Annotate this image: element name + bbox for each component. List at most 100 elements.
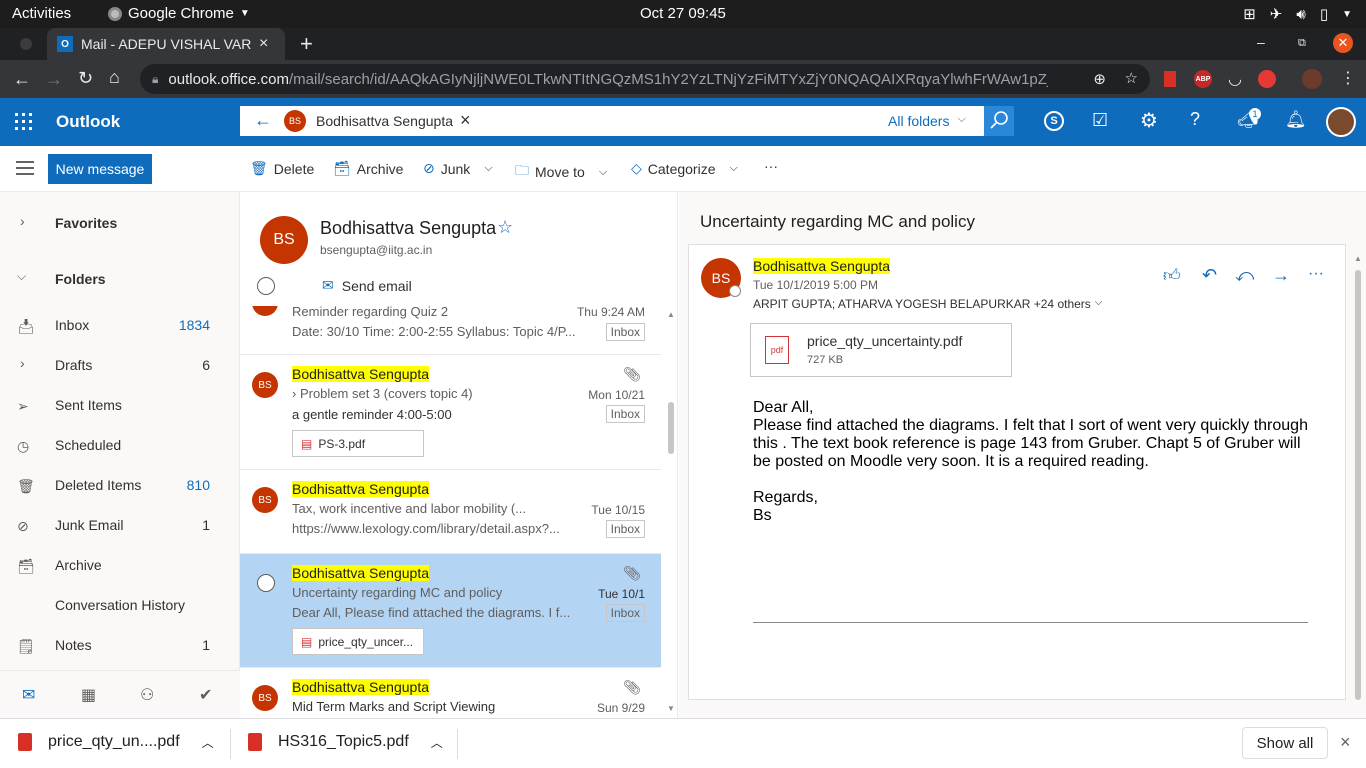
maximize-button[interactable]: ⧉ bbox=[1298, 37, 1306, 50]
activities-button[interactable]: Activities bbox=[12, 5, 71, 22]
adblock-icon[interactable]: ABP bbox=[1194, 70, 1212, 88]
outlook-brand[interactable]: Outlook bbox=[56, 112, 120, 132]
calendar-check-icon[interactable]: ☑ bbox=[1092, 110, 1108, 131]
download-item[interactable]: HS316_Topic5.pdf ︿ bbox=[248, 733, 443, 751]
bell-icon[interactable]: 🔔︎ bbox=[1285, 110, 1307, 130]
hamburger-icon[interactable] bbox=[16, 161, 34, 175]
address-bar[interactable]: 🔒︎ outlook.office.com/mail/search/id/AAQ… bbox=[140, 64, 1150, 94]
chevron-up-icon[interactable]: ︿ bbox=[202, 734, 214, 751]
nav-item-label: Scheduled bbox=[55, 437, 122, 453]
junk-button[interactable]: ⊘ Junk ⌵ bbox=[423, 160, 493, 177]
nav-item-archive[interactable]: 🗃︎ Archive bbox=[0, 545, 240, 585]
todo-check-icon[interactable]: ✔ bbox=[199, 685, 212, 705]
skype-icon[interactable]: S bbox=[1044, 111, 1064, 131]
delete-button[interactable]: 🗑︎ Delete bbox=[250, 160, 314, 177]
list-item-preview: a gentle reminder 4:00-5:00 bbox=[292, 407, 452, 422]
more-actions-button[interactable]: ··· bbox=[764, 158, 778, 174]
reply-all-icon[interactable]: ⤺ bbox=[1235, 265, 1254, 286]
chevron-up-icon[interactable]: ︿ bbox=[431, 734, 443, 751]
app-menu[interactable]: Google Chrome ▼ bbox=[108, 5, 250, 22]
attachment-card[interactable]: pdf price_qty_uncertainty.pdf 727 KB bbox=[750, 323, 1012, 377]
nav-item-notes[interactable]: 🗒︎ Notes 1 bbox=[0, 625, 240, 665]
nav-favorites[interactable]: › Favorites bbox=[0, 203, 240, 243]
search-scope-dropdown[interactable]: All folders ⌵ bbox=[888, 113, 966, 129]
nav-item-junk[interactable]: ⊘ Junk Email 1 bbox=[0, 505, 240, 545]
reading-recipients[interactable]: ARPIT GUPTA; ATHARVA YOGESH BELAPURKAR +… bbox=[753, 297, 1102, 311]
block-icon: ⊘ bbox=[423, 160, 435, 176]
select-all-radio[interactable] bbox=[257, 277, 275, 295]
download-item[interactable]: price_qty_un....pdf ︿ bbox=[18, 733, 214, 751]
nav-item-conversation-history[interactable]: Conversation History bbox=[0, 585, 240, 625]
select-radio[interactable] bbox=[257, 574, 275, 592]
nav-item-deleted[interactable]: 🗑︎ Deleted Items 810 bbox=[0, 465, 240, 505]
tab-title: Mail - ADEPU VISHAL VAR bbox=[81, 36, 251, 52]
search-box[interactable]: ← BS Bodhisattva Sengupta × All folders … bbox=[240, 106, 984, 136]
scroll-down-icon[interactable]: ▼ bbox=[667, 704, 675, 713]
forward-icon[interactable]: → bbox=[1272, 265, 1290, 286]
forward-icon[interactable]: → bbox=[45, 69, 63, 90]
list-item[interactable]: BS Bodhisattva Sengupta Tax, work incent… bbox=[240, 470, 661, 554]
scroll-up-icon[interactable]: ▲ bbox=[667, 310, 675, 319]
junk-label: Junk bbox=[440, 160, 471, 177]
reading-subject: Uncertainty regarding MC and policy bbox=[700, 212, 975, 231]
nav-folders[interactable]: ⌵ Folders bbox=[0, 259, 240, 299]
contact-email: bsengupta@iitg.ac.in bbox=[320, 243, 433, 257]
nav-item-inbox[interactable]: 📥︎ Inbox 1834 bbox=[0, 305, 240, 345]
reply-icon[interactable]: ↶ bbox=[1202, 265, 1217, 286]
home-icon[interactable]: ⌂ bbox=[109, 67, 120, 88]
clock[interactable]: Oct 27 09:45 bbox=[640, 5, 726, 22]
reading-sender[interactable]: Bodhisattva Sengupta bbox=[753, 258, 890, 274]
new-message-button[interactable]: New message bbox=[48, 154, 152, 184]
archive-button[interactable]: 🗃︎ Archive bbox=[333, 160, 403, 177]
menu-kebab-icon[interactable]: ⋮ bbox=[1340, 68, 1356, 88]
attachment-chip[interactable]: ▤ price_qty_uncer... bbox=[292, 628, 424, 655]
minimize-button[interactable]: – bbox=[1257, 34, 1265, 50]
user-avatar[interactable] bbox=[1326, 107, 1356, 137]
extension-circle-icon[interactable] bbox=[1258, 70, 1276, 88]
send-email-button[interactable]: ✉ Send email bbox=[322, 277, 412, 294]
calendar-icon[interactable]: ▦ bbox=[81, 685, 96, 705]
list-item[interactable]: BS Bodhisattva Sengupta 📎︎ › Problem set… bbox=[240, 355, 661, 470]
back-icon[interactable]: ← bbox=[13, 69, 31, 90]
close-downloads-icon[interactable]: × bbox=[1340, 732, 1351, 753]
list-item[interactable]: Reminder regarding Quiz 2 Thu 9:24 AM Da… bbox=[240, 306, 661, 355]
nav-item-drafts[interactable]: › Drafts 6 bbox=[0, 345, 240, 385]
like-icon[interactable]: 👍︎ bbox=[1163, 265, 1181, 286]
list-item-selected[interactable]: Bodhisattva Sengupta 📎︎ Uncertainty rega… bbox=[240, 554, 661, 668]
system-tray[interactable]: ⊞ ✈ 🔊︎ ▯ ▼ bbox=[1243, 5, 1352, 24]
favorite-star-icon[interactable]: ☆ bbox=[497, 217, 513, 238]
profile-avatar-icon[interactable] bbox=[1302, 69, 1322, 89]
nav-item-scheduled[interactable]: ◷ Scheduled bbox=[0, 425, 240, 465]
list-scrollbar[interactable]: ▲ ▼ bbox=[664, 310, 677, 718]
people-icon[interactable]: ⚇ bbox=[140, 685, 154, 705]
scroll-up-icon[interactable]: ▲ bbox=[1354, 254, 1362, 263]
app-launcher-icon[interactable] bbox=[15, 113, 33, 131]
browser-tab[interactable]: O Mail - ADEPU VISHAL VAR × bbox=[47, 28, 285, 60]
nav-item-sent[interactable]: ➢ Sent Items bbox=[0, 385, 240, 425]
more-options-icon[interactable]: ··· bbox=[1308, 265, 1324, 283]
extension-red-icon[interactable] bbox=[1164, 71, 1176, 87]
categorize-button[interactable]: ◇ Categorize ⌵ bbox=[631, 160, 738, 177]
settings-gear-icon[interactable]: ⚙ bbox=[1140, 108, 1158, 133]
search-back-icon[interactable]: ← bbox=[254, 110, 272, 131]
scroll-thumb[interactable] bbox=[1355, 270, 1361, 700]
add-shortcut-icon[interactable]: ⊕ bbox=[1093, 70, 1106, 88]
categorize-label: Categorize bbox=[647, 160, 716, 177]
list-item[interactable]: BS Bodhisattva Sengupta 📎︎ Mid Term Mark… bbox=[240, 668, 661, 718]
search-button[interactable] bbox=[984, 106, 1014, 136]
bookmark-star-icon[interactable]: ☆ bbox=[1125, 69, 1138, 87]
scroll-thumb[interactable] bbox=[668, 402, 674, 454]
download-filename: price_qty_un....pdf bbox=[48, 733, 180, 750]
help-icon[interactable]: ? bbox=[1190, 109, 1200, 130]
reload-icon[interactable]: ↻ bbox=[78, 68, 93, 89]
tab-close-icon[interactable]: × bbox=[259, 35, 268, 53]
new-tab-button[interactable]: + bbox=[300, 31, 313, 57]
attachment-chip[interactable]: ▤ PS-3.pdf bbox=[292, 430, 424, 457]
move-to-button[interactable]: 🗀︎ Move to ⌵ bbox=[515, 160, 607, 184]
close-window-button[interactable]: ✕ bbox=[1333, 33, 1353, 53]
show-all-button[interactable]: Show all bbox=[1242, 727, 1328, 759]
pocket-icon[interactable]: ◡ bbox=[1228, 69, 1242, 89]
mail-icon[interactable]: ✉ bbox=[22, 685, 35, 705]
search-chip-remove-icon[interactable]: × bbox=[460, 110, 471, 131]
reading-scrollbar[interactable]: ▲ bbox=[1352, 254, 1364, 714]
